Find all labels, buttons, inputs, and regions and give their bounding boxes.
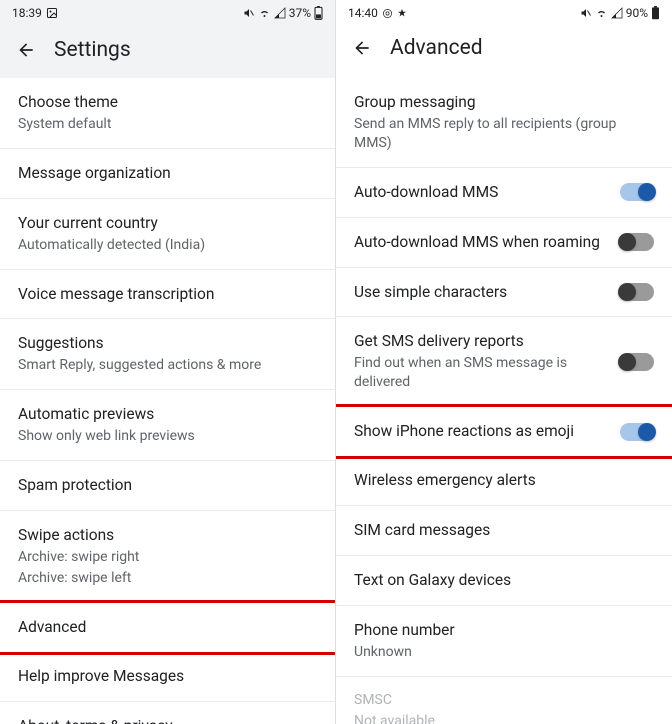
item-title: Spam protection	[18, 475, 317, 496]
page-title: Settings	[54, 38, 131, 62]
item-title: Show iPhone reactions as emoji	[354, 421, 612, 442]
item-message-organization[interactable]: Message organization	[0, 149, 335, 199]
star-icon	[397, 8, 407, 18]
arrow-left-icon	[16, 40, 36, 60]
page-title: Advanced	[390, 36, 483, 60]
wifi-icon	[595, 7, 608, 19]
item-help-improve[interactable]: Help improve Messages	[0, 652, 335, 702]
item-sim-messages[interactable]: SIM card messages	[336, 506, 672, 556]
item-smsc: SMSC Not available	[336, 677, 672, 724]
advanced-screen: 14:40 90% Advanced Group messaging	[336, 0, 672, 724]
item-title: Advanced	[18, 617, 317, 638]
item-choose-theme[interactable]: Choose theme System default	[0, 78, 335, 149]
item-title: Swipe actions	[18, 525, 317, 546]
item-title: SIM card messages	[354, 520, 654, 541]
status-battery-percent: 90%	[626, 6, 648, 20]
item-suggestions[interactable]: Suggestions Smart Reply, suggested actio…	[0, 319, 335, 390]
item-auto-download-roaming[interactable]: Auto-download MMS when roaming	[336, 218, 672, 268]
item-wireless-alerts[interactable]: Wireless emergency alerts	[336, 456, 672, 506]
signal-icon	[274, 7, 286, 19]
back-button[interactable]	[16, 40, 36, 60]
signal-icon	[611, 7, 623, 19]
volume-mute-icon	[580, 7, 592, 19]
item-simple-characters[interactable]: Use simple characters	[336, 268, 672, 318]
header: Settings	[0, 24, 335, 78]
item-title: Text on Galaxy devices	[354, 570, 654, 591]
item-subtitle: System default	[18, 115, 317, 134]
toggle-simple-characters[interactable]	[620, 283, 654, 301]
status-battery-percent: 37%	[289, 6, 311, 20]
item-current-country[interactable]: Your current country Automatically detec…	[0, 199, 335, 270]
item-title: Message organization	[18, 163, 317, 184]
item-subtitle-2: Archive: swipe left	[18, 569, 317, 588]
image-icon	[46, 7, 58, 19]
item-title: About, terms & privacy	[18, 716, 317, 724]
item-title: Automatic previews	[18, 404, 317, 425]
toggle-auto-download-roaming[interactable]	[620, 233, 654, 251]
item-subtitle: Unknown	[354, 643, 654, 662]
wifi-icon	[258, 7, 271, 19]
item-subtitle: Find out when an SMS message is delivere…	[354, 354, 612, 392]
item-delivery-reports[interactable]: Get SMS delivery reports Find out when a…	[336, 317, 672, 407]
item-title: Get SMS delivery reports	[354, 331, 612, 352]
item-title: Suggestions	[18, 333, 317, 354]
status-bar: 14:40 90%	[336, 0, 672, 24]
back-button[interactable]	[352, 38, 372, 58]
item-title: Auto-download MMS	[354, 182, 612, 203]
item-title: Group messaging	[354, 92, 654, 113]
item-text-galaxy[interactable]: Text on Galaxy devices	[336, 556, 672, 606]
item-about[interactable]: About, terms & privacy	[0, 702, 335, 724]
item-subtitle: Automatically detected (India)	[18, 236, 317, 255]
item-title: Wireless emergency alerts	[354, 470, 654, 491]
item-subtitle: Not available	[354, 712, 654, 724]
item-title: Choose theme	[18, 92, 317, 113]
toggle-iphone-reactions[interactable]	[620, 423, 654, 441]
item-subtitle: Show only web link previews	[18, 427, 317, 446]
item-auto-download-mms[interactable]: Auto-download MMS	[336, 168, 672, 218]
volume-mute-icon	[243, 7, 255, 19]
item-title: Your current country	[18, 213, 317, 234]
item-title: Help improve Messages	[18, 666, 317, 687]
toggle-auto-download-mms[interactable]	[620, 183, 654, 201]
item-title: Voice message transcription	[18, 284, 317, 305]
item-title: Auto-download MMS when roaming	[354, 232, 612, 253]
header: Advanced	[336, 24, 672, 78]
at-icon	[382, 8, 393, 19]
item-iphone-reactions[interactable]: Show iPhone reactions as emoji	[336, 404, 672, 459]
item-title: Use simple characters	[354, 282, 612, 303]
item-advanced[interactable]: Advanced	[0, 600, 336, 655]
toggle-delivery-reports[interactable]	[620, 353, 654, 371]
item-subtitle: Smart Reply, suggested actions & more	[18, 356, 317, 375]
battery-icon	[651, 6, 660, 20]
item-subtitle: Archive: swipe right	[18, 548, 317, 567]
item-spam-protection[interactable]: Spam protection	[0, 461, 335, 511]
battery-icon	[314, 6, 323, 20]
status-time: 18:39	[12, 6, 42, 20]
item-subtitle: Send an MMS reply to all recipients (gro…	[354, 115, 654, 153]
item-group-messaging[interactable]: Group messaging Send an MMS reply to all…	[336, 78, 672, 168]
item-title: Phone number	[354, 620, 654, 641]
item-swipe-actions[interactable]: Swipe actions Archive: swipe right Archi…	[0, 511, 335, 603]
settings-screen: 18:39 37% Settings Choose the	[0, 0, 336, 724]
settings-list: Choose theme System default Message orga…	[0, 78, 335, 724]
item-title: SMSC	[354, 691, 654, 710]
status-bar: 18:39 37%	[0, 0, 335, 24]
arrow-left-icon	[352, 38, 372, 58]
item-phone-number[interactable]: Phone number Unknown	[336, 606, 672, 677]
status-time: 14:40	[348, 6, 378, 20]
item-automatic-previews[interactable]: Automatic previews Show only web link pr…	[0, 390, 335, 461]
item-voice-transcription[interactable]: Voice message transcription	[0, 270, 335, 320]
advanced-list: Group messaging Send an MMS reply to all…	[336, 78, 672, 724]
